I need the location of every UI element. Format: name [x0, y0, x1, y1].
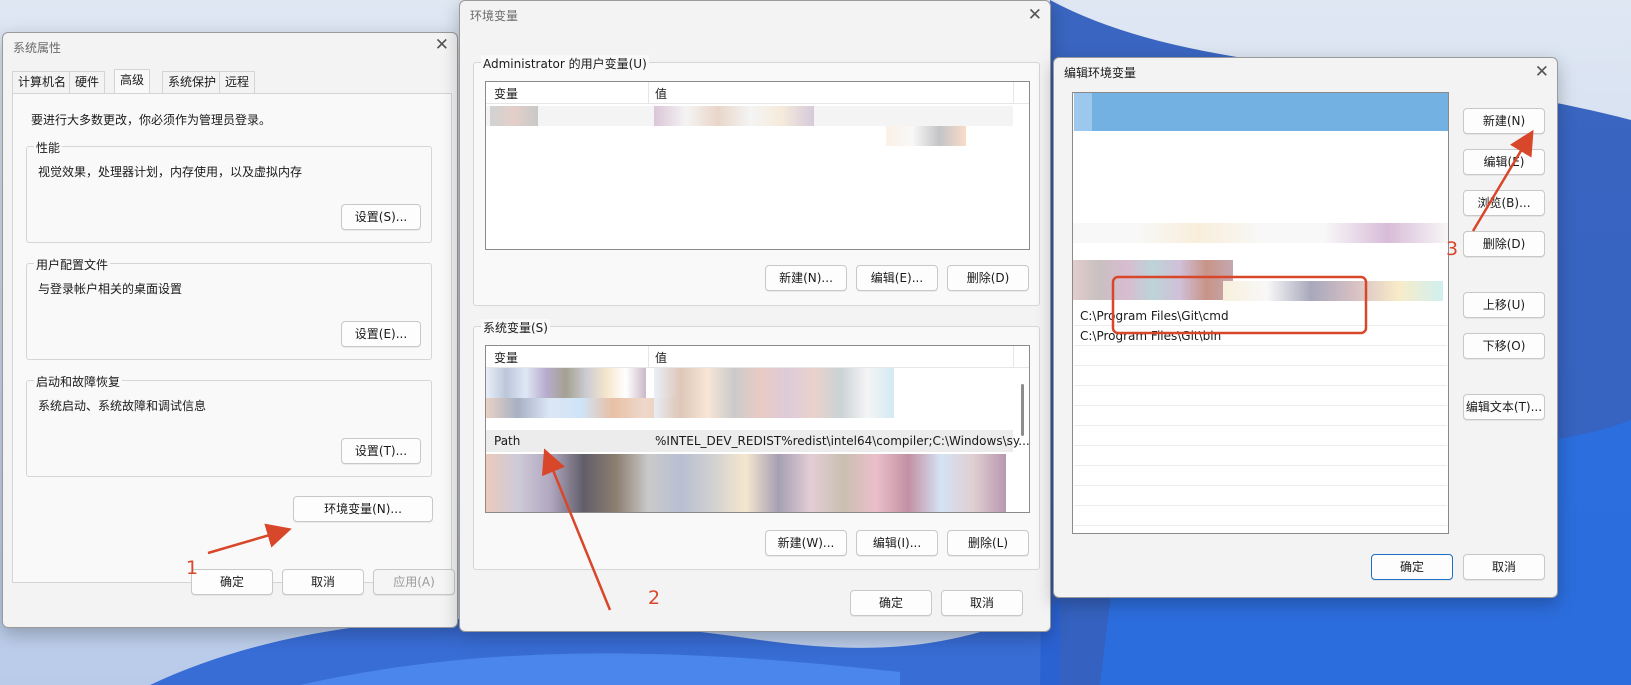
performance-settings-button[interactable]: 设置(S)...	[341, 204, 421, 230]
redacted-block	[654, 368, 894, 418]
close-icon[interactable]: ✕	[1535, 63, 1549, 81]
window-title: 环境变量	[470, 9, 519, 23]
path-variable-value: %INTEL_DEV_REDIST%redist\intel64\compile…	[655, 434, 1030, 448]
list-header: 变量 值	[486, 346, 1029, 368]
user-variables-group: Administrator 的用户变量(U) 变量 值 新建(N)... 编辑(…	[473, 55, 1040, 306]
cancel-button[interactable]: 取消	[282, 569, 364, 595]
list-header: 变量 值	[486, 82, 1029, 104]
group-description: 视觉效果，处理器计划，内存使用，以及虚拟内存	[38, 165, 303, 179]
path-entry-git-cmd: C:\Program Files\Git\cmd	[1080, 309, 1229, 323]
list-item[interactable]: C:\Program Files\Git\bin	[1074, 326, 1447, 346]
startup-settings-button[interactable]: 设置(T)...	[341, 438, 421, 464]
system-variables-list[interactable]: 变量 值 Path %INTEL_DEV_REDIST%redist\intel…	[485, 345, 1030, 513]
window-title: 系统属性	[13, 41, 62, 55]
selected-entry-accent	[1074, 93, 1092, 131]
column-header-value[interactable]: 值	[655, 349, 667, 366]
list-item[interactable]	[1074, 446, 1447, 466]
column-separator	[1013, 82, 1014, 104]
annotation-step-2: 2	[648, 587, 661, 609]
list-item[interactable]	[1074, 506, 1447, 526]
path-entry-git-bin: C:\Program Files\Git\bin	[1080, 329, 1222, 343]
edit-text-button[interactable]: 编辑文本(T)...	[1463, 394, 1545, 420]
group-label: 系统变量(S)	[481, 319, 550, 336]
environment-variables-window: 环境变量 ✕ Administrator 的用户变量(U) 变量 值 新建(N)…	[459, 0, 1051, 632]
tab-system-protection[interactable]: 系统保护	[162, 71, 223, 93]
system-delete-button[interactable]: 删除(L)	[947, 530, 1029, 556]
window-title: 编辑环境变量	[1064, 66, 1137, 80]
group-description: 系统启动、系统故障和调试信息	[38, 399, 207, 413]
column-header-variable[interactable]: 变量	[494, 349, 518, 366]
cancel-button[interactable]: 取消	[1463, 554, 1545, 580]
close-icon[interactable]: ✕	[435, 36, 449, 54]
redacted-block	[1223, 281, 1443, 301]
list-item[interactable]	[1074, 426, 1447, 446]
user-edit-button[interactable]: 编辑(E)...	[856, 265, 938, 291]
group-label: 启动和故障恢复	[34, 373, 123, 390]
tab-panel: 要进行大多数更改，你必须作为管理员登录。 性能 视觉效果，处理器计划，内存使用，…	[12, 93, 452, 583]
annotation-step-3: 3	[1446, 238, 1459, 260]
browse-button[interactable]: 浏览(B)...	[1463, 190, 1545, 216]
tab-hardware[interactable]: 硬件	[69, 71, 106, 93]
delete-entry-button[interactable]: 删除(D)	[1463, 231, 1545, 257]
move-down-button[interactable]: 下移(O)	[1463, 333, 1545, 359]
performance-group: 性能 视觉效果，处理器计划，内存使用，以及虚拟内存 设置(S)...	[26, 139, 432, 243]
column-header-variable[interactable]: 变量	[494, 85, 518, 102]
tab-computer-name[interactable]: 计算机名	[12, 71, 73, 93]
selected-entry-highlight[interactable]	[1074, 93, 1448, 131]
system-new-button[interactable]: 新建(W)...	[765, 530, 847, 556]
redacted-block	[1073, 223, 1448, 243]
ok-button[interactable]: 确定	[191, 569, 273, 595]
list-item[interactable]	[1074, 486, 1447, 506]
startup-recovery-group: 启动和故障恢复 系统启动、系统故障和调试信息 设置(T)...	[26, 373, 432, 477]
annotation-step-1: 1	[186, 557, 199, 579]
path-entries-list[interactable]: C:\Program Files\Git\cmd C:\Program File…	[1072, 92, 1449, 534]
user-new-button[interactable]: 新建(N)...	[765, 265, 847, 291]
tab-advanced[interactable]: 高级	[114, 69, 151, 93]
list-item[interactable]	[1074, 466, 1447, 486]
redacted-block	[886, 126, 966, 146]
environment-variables-button[interactable]: 环境变量(N)...	[293, 496, 433, 522]
list-item[interactable]: C:\Program Files\Git\cmd	[1074, 306, 1447, 326]
cancel-button[interactable]: 取消	[941, 590, 1023, 616]
scrollbar[interactable]	[1021, 384, 1024, 436]
path-variable-name: Path	[494, 434, 521, 448]
redacted-block	[486, 454, 1006, 512]
user-profile-group: 用户配置文件 与登录帐户相关的桌面设置 设置(E)...	[26, 256, 432, 360]
tab-remote[interactable]: 远程	[219, 71, 256, 93]
admin-note: 要进行大多数更改，你必须作为管理员登录。	[31, 113, 272, 127]
column-separator	[648, 346, 649, 368]
edit-environment-variable-window: 编辑环境变量 ✕ C:\Program Files\Git\cmd C:\Pro…	[1053, 57, 1558, 598]
new-entry-button[interactable]: 新建(N)	[1463, 108, 1545, 134]
system-properties-window: 系统属性 ✕ 计算机名 硬件 高级 系统保护 远程 要进行大多数更改，你必须作为…	[2, 32, 458, 628]
list-item[interactable]	[1074, 346, 1447, 366]
redacted-block	[1073, 260, 1233, 300]
group-label: 用户配置文件	[34, 256, 111, 273]
list-item[interactable]	[1074, 366, 1447, 386]
user-variables-list[interactable]: 变量 值	[485, 81, 1030, 250]
ok-button[interactable]: 确定	[850, 590, 932, 616]
list-item[interactable]	[1074, 386, 1447, 406]
edit-entry-button[interactable]: 编辑(E)	[1463, 149, 1545, 175]
column-header-value[interactable]: 值	[655, 85, 667, 102]
apply-button[interactable]: 应用(A)	[373, 569, 455, 595]
move-up-button[interactable]: 上移(U)	[1463, 292, 1545, 318]
system-edit-button[interactable]: 编辑(I)...	[856, 530, 938, 556]
redacted-block	[486, 398, 676, 418]
group-label: 性能	[34, 139, 63, 156]
column-separator	[1013, 346, 1014, 368]
list-item[interactable]	[1074, 406, 1447, 426]
profile-settings-button[interactable]: 设置(E)...	[341, 321, 421, 347]
redacted-block	[654, 106, 814, 126]
user-delete-button[interactable]: 删除(D)	[947, 265, 1029, 291]
group-label: Administrator 的用户变量(U)	[481, 55, 649, 72]
redacted-block	[490, 106, 538, 126]
group-description: 与登录帐户相关的桌面设置	[38, 282, 183, 296]
column-separator	[648, 82, 649, 104]
close-icon[interactable]: ✕	[1028, 6, 1042, 24]
ok-button[interactable]: 确定	[1371, 554, 1453, 580]
system-variables-group: 系统变量(S) 变量 值 Path %INTEL_DEV_REDIST%redi…	[473, 319, 1040, 570]
